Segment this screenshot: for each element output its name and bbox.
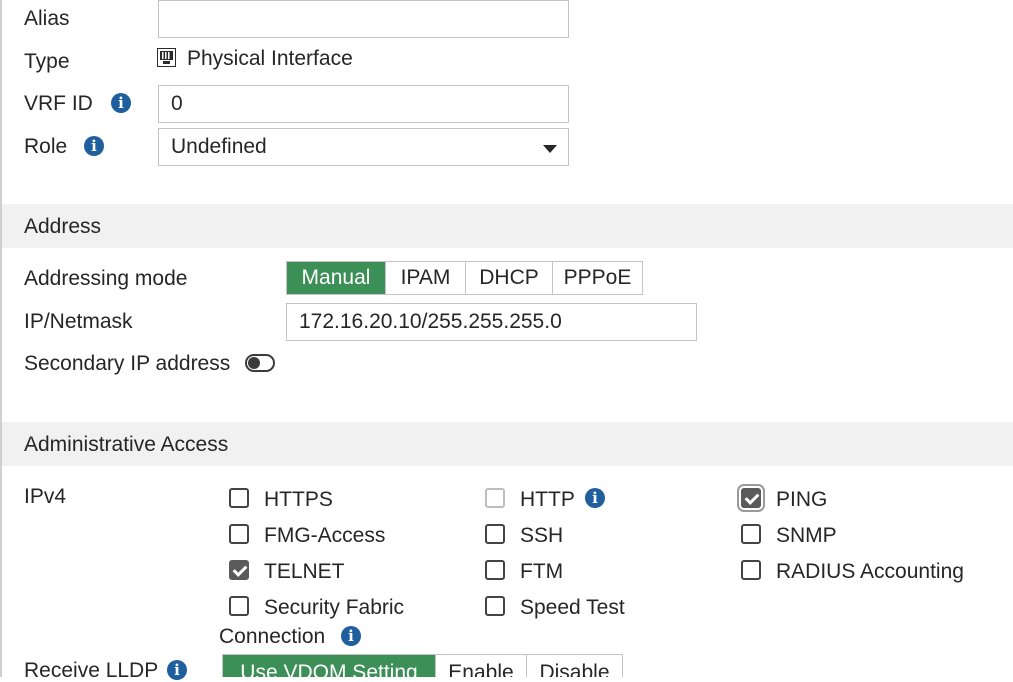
http-checkbox[interactable] <box>485 488 505 508</box>
speed-test-checkbox[interactable] <box>485 596 505 616</box>
ssh-checkbox[interactable] <box>485 524 505 544</box>
ping-checkbox[interactable] <box>737 484 765 512</box>
http-label: HTTP <box>520 488 575 511</box>
role-info-icon[interactable]: i <box>84 136 104 156</box>
alias-input[interactable] <box>158 0 569 38</box>
toggle-knob <box>248 357 260 369</box>
mode-pppoe-option[interactable]: PPPoE <box>553 262 642 294</box>
role-select[interactable]: Undefined <box>158 128 569 166</box>
ping-label: PING <box>776 488 828 511</box>
ip-netmask-input[interactable] <box>286 303 697 341</box>
telnet-checkbox[interactable] <box>229 560 249 580</box>
security-fabric-label: Security Fabric <box>264 596 405 619</box>
addressing-mode-label: Addressing mode <box>24 267 188 290</box>
security-fabric-label-line2: Connection <box>219 625 326 648</box>
security-fabric-checkbox[interactable] <box>229 596 249 616</box>
secondary-ip-toggle[interactable] <box>245 354 275 372</box>
alias-label: Alias <box>24 7 70 30</box>
fmg-access-label: FMG-Access <box>264 524 386 547</box>
security-fabric-info-icon[interactable]: i <box>341 626 361 646</box>
https-label: HTTPS <box>264 488 333 511</box>
radius-accounting-checkbox[interactable] <box>741 560 761 580</box>
address-section-title: Address <box>24 215 102 238</box>
snmp-checkbox[interactable] <box>741 524 761 544</box>
ipv4-label: IPv4 <box>24 485 67 508</box>
mode-manual-option[interactable]: Manual <box>287 262 386 294</box>
role-label: Role <box>24 135 68 158</box>
physical-interface-icon <box>157 48 176 67</box>
vrf-id-label: VRF ID <box>24 92 93 115</box>
secondary-ip-label: Secondary IP address <box>24 352 231 375</box>
lldp-use-vdom-option[interactable]: Use VDOM Setting <box>223 655 436 677</box>
vrf-info-icon[interactable]: i <box>111 93 131 113</box>
role-select-value: Undefined <box>171 135 267 158</box>
radius-accounting-label: RADIUS Accounting <box>776 560 964 583</box>
lldp-enable-option[interactable]: Enable <box>436 655 527 677</box>
ip-netmask-label: IP/Netmask <box>24 310 133 333</box>
fmg-access-checkbox[interactable] <box>229 524 249 544</box>
chevron-down-icon <box>543 145 557 153</box>
https-checkbox[interactable] <box>229 488 249 508</box>
mode-ipam-option[interactable]: IPAM <box>386 262 466 294</box>
receive-lldp-segmented: Use VDOM Setting Enable Disable <box>222 654 623 677</box>
snmp-label: SNMP <box>776 524 837 547</box>
ftm-label: FTM <box>520 560 564 583</box>
receive-lldp-label: Receive LLDP <box>24 659 159 682</box>
vrf-id-input[interactable] <box>158 85 569 123</box>
address-section-header: Address <box>2 204 1013 248</box>
ftm-checkbox[interactable] <box>485 560 505 580</box>
panel-left-border <box>0 0 2 677</box>
type-label: Type <box>24 50 70 73</box>
http-info-icon[interactable]: i <box>585 488 605 508</box>
type-value: Physical Interface <box>187 47 353 70</box>
addressing-mode-segmented: Manual IPAM DHCP PPPoE <box>286 261 643 295</box>
speed-test-label: Speed Test <box>520 596 625 619</box>
admin-access-section-title: Administrative Access <box>24 433 229 456</box>
ssh-label: SSH <box>520 524 564 547</box>
admin-access-section-header: Administrative Access <box>2 422 1013 466</box>
telnet-label: TELNET <box>264 560 345 583</box>
mode-dhcp-option[interactable]: DHCP <box>466 262 553 294</box>
lldp-disable-option[interactable]: Disable <box>527 655 622 677</box>
receive-lldp-info-icon[interactable]: i <box>167 660 187 680</box>
